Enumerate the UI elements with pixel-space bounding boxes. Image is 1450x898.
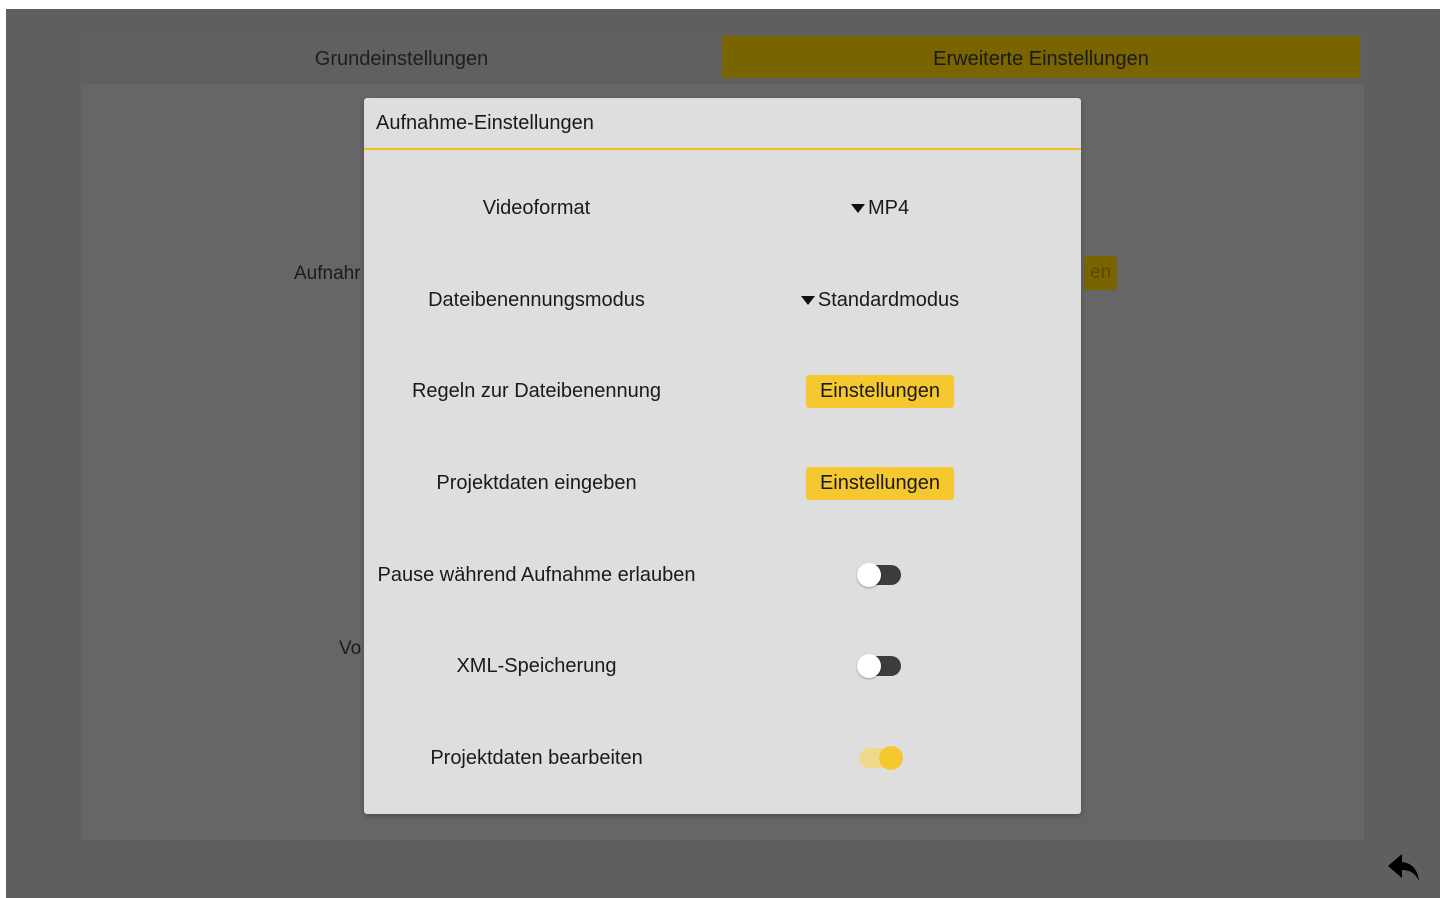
file-naming-mode-label: Dateibenennungsmodus <box>428 289 645 311</box>
video-format-value: MP4 <box>867 196 910 219</box>
edit-project-data-toggle[interactable] <box>857 746 903 770</box>
file-naming-rules-settings-button[interactable]: Einstellungen <box>805 374 955 408</box>
background-volume-label: Vo <box>339 638 362 659</box>
app-screen: Grundeinstellungen Erweiterte Einstellun… <box>6 9 1440 898</box>
enter-project-data-label: Projektdaten eingeben <box>436 472 637 494</box>
project-data-settings-button[interactable]: Einstellungen <box>805 466 955 500</box>
video-format-label: Videoformat <box>482 197 591 219</box>
recording-settings-dialog: Aufnahme-Einstellungen Videoformat MP4 D… <box>364 98 1081 814</box>
allow-pause-toggle[interactable] <box>857 563 903 587</box>
dialog-title: Aufnahme-Einstellungen <box>376 112 594 134</box>
row-file-naming-rules: Regeln zur Dateibenennung Einstellungen <box>364 371 1081 411</box>
row-video-format: Videoformat MP4 <box>364 188 1081 228</box>
dialog-divider <box>364 148 1081 150</box>
allow-pause-label: Pause während Aufnahme erlauben <box>377 564 696 586</box>
back-button[interactable] <box>1386 851 1422 885</box>
row-allow-pause: Pause während Aufnahme erlauben <box>364 555 1081 595</box>
edit-project-data-label: Projektdaten bearbeiten <box>430 747 643 769</box>
back-arrow-icon <box>1388 854 1419 881</box>
file-naming-mode-dropdown[interactable]: Standardmodus <box>800 288 960 312</box>
caret-down-icon <box>850 204 865 213</box>
file-naming-rules-label: Regeln zur Dateibenennung <box>411 380 662 402</box>
caret-down-icon <box>800 296 815 305</box>
tab-advanced-settings[interactable]: Erweiterte Einstellungen <box>722 36 1360 78</box>
file-naming-mode-value: Standardmodus <box>817 288 960 311</box>
row-enter-project-data: Projektdaten eingeben Einstellungen <box>364 463 1081 503</box>
row-file-naming-mode: Dateibenennungsmodus Standardmodus <box>364 280 1081 320</box>
xml-saving-toggle[interactable] <box>857 654 903 678</box>
xml-saving-label: XML-Speicherung <box>456 655 617 677</box>
background-recording-label: Aufnahr <box>294 263 361 284</box>
row-edit-project-data: Projektdaten bearbeiten <box>364 738 1081 778</box>
settings-tabbar: Grundeinstellungen Erweiterte Einstellun… <box>81 34 1364 84</box>
background-settings-button: en <box>1084 256 1118 290</box>
video-format-dropdown[interactable]: MP4 <box>850 196 910 220</box>
row-xml-saving: XML-Speicherung <box>364 646 1081 686</box>
tab-basic-settings[interactable]: Grundeinstellungen <box>81 36 722 78</box>
